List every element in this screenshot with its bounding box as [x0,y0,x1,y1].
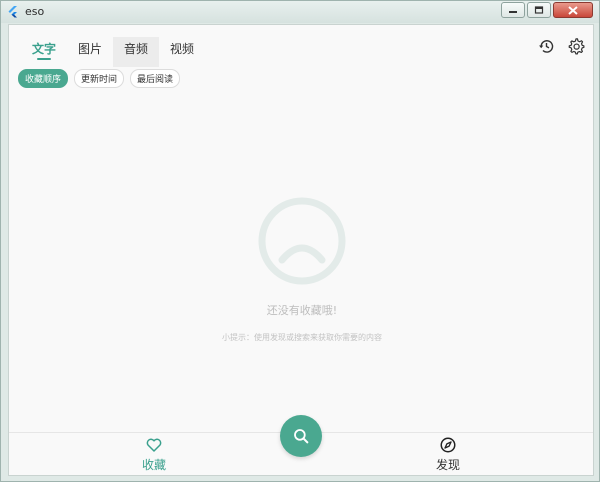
tab-video[interactable]: 视频 [159,37,205,67]
history-button[interactable] [537,37,555,55]
sort-chip-update-time[interactable]: 更新时间 [74,69,125,88]
window-title: eso [25,5,45,18]
empty-hint: 小提示：使用发现或搜索来获取你需要的内容 [222,333,382,342]
nav-discover-label: 发现 [435,458,460,472]
close-button[interactable] [553,2,593,18]
history-icon [538,39,553,53]
minimize-icon [509,11,517,13]
tab-label: 音频 [123,42,148,56]
nav-favorites[interactable]: 收藏 [114,436,194,473]
tab-label: 视频 [169,42,194,56]
nav-favorites-label: 收藏 [141,458,166,472]
empty-title: 还没有收藏哦! [266,304,338,317]
search-icon [294,429,309,444]
gear-icon [568,38,585,55]
tab-audio[interactable]: 音频 [113,37,159,67]
heart-icon [146,438,162,452]
app-content: 文字 图片 音频 视频 收藏顺序 更新时间 最后阅读 还没有收藏哦! 小提示：使… [8,24,594,476]
minimize-button[interactable] [501,2,525,18]
maximize-button[interactable] [527,2,551,18]
close-icon [568,5,578,15]
tab-label: 图片 [77,42,102,56]
tab-images[interactable]: 图片 [67,37,113,67]
sort-chip-favorite-order[interactable]: 收藏顺序 [18,69,69,88]
search-button[interactable] [280,415,322,457]
maximize-icon [534,6,544,14]
app-window: eso 文字 图片 音频 视频 收藏顺序 更新时间 最后阅读 还没有收藏哦! 小… [0,0,600,482]
settings-button[interactable] [567,37,585,55]
tab-text[interactable]: 文字 [21,37,67,67]
media-tabs: 文字 图片 音频 视频 [21,37,205,67]
compass-icon [440,437,456,453]
empty-state: 还没有收藏哦! 小提示：使用发现或搜索来获取你需要的内容 [9,196,593,343]
flutter-icon [8,6,17,18]
title-bar[interactable]: eso [1,1,599,23]
sort-options: 收藏顺序 更新时间 最后阅读 [18,69,181,88]
tab-label: 文字 [31,42,56,56]
sad-face-icon [258,197,346,285]
nav-discover[interactable]: 发现 [408,436,488,473]
sort-chip-last-read[interactable]: 最后阅读 [130,69,181,88]
